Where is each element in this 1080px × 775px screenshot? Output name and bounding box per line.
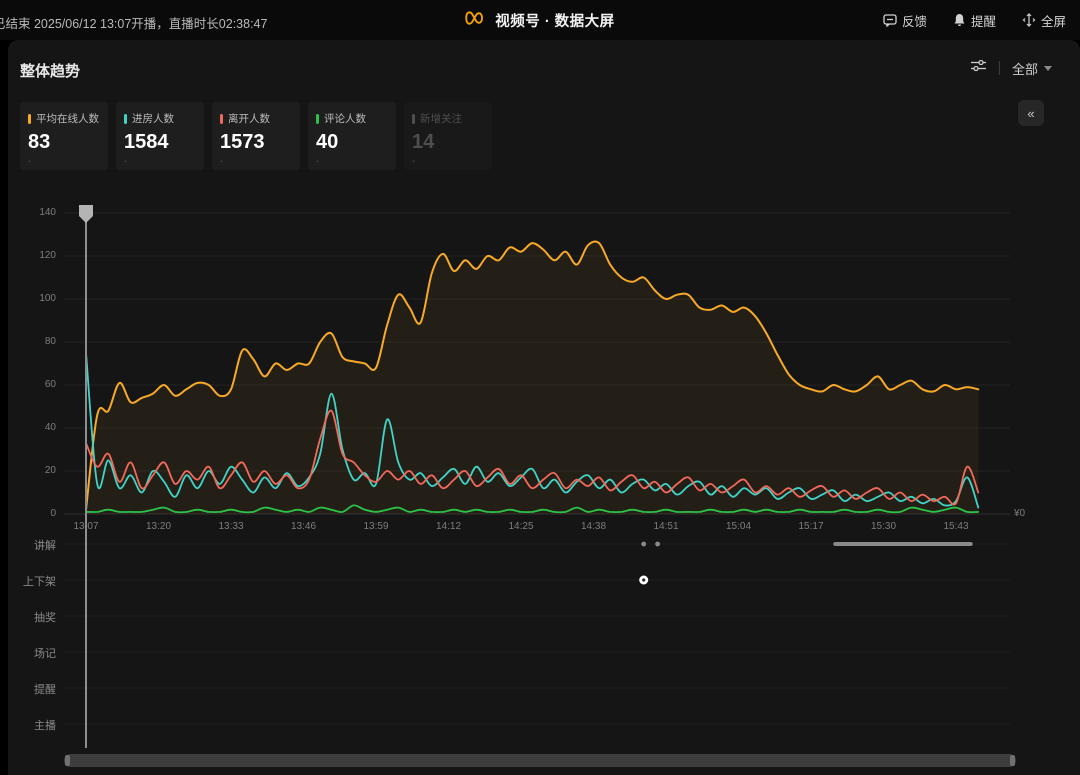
top-bar: 已结束 2025/06/12 13:07开播，直播时长02:38:47 视频号 …	[0, 0, 1080, 40]
x-axis-label: 14:38	[572, 521, 616, 532]
y-axis-label: 60	[8, 379, 56, 390]
event-dot[interactable]	[655, 542, 660, 547]
x-axis-label: 13:07	[64, 521, 108, 532]
right-axis-label: ¥0	[1014, 508, 1025, 519]
feedback-button[interactable]: 反馈	[883, 11, 927, 30]
y-axis-label: 20	[8, 465, 56, 476]
data-zoom-scrollbar[interactable]	[64, 754, 1016, 767]
y-axis-label: 80	[8, 336, 56, 347]
feedback-icon	[883, 13, 897, 27]
scrollbar-right-handle[interactable]	[1010, 755, 1015, 766]
bell-icon	[953, 13, 966, 27]
fullscreen-button[interactable]: 全屏	[1022, 11, 1066, 30]
event-dot[interactable]	[641, 542, 646, 547]
event-row-label: 抽奖	[8, 609, 56, 625]
x-axis-label: 15:17	[789, 521, 833, 532]
y-axis-label: 100	[8, 293, 56, 304]
fullscreen-label: 全屏	[1041, 11, 1066, 30]
x-axis-label: 14:25	[499, 521, 543, 532]
y-axis-label: 140	[8, 207, 56, 218]
app-title: 视频号 · 数据大屏	[495, 10, 614, 31]
y-axis-label: 0	[8, 508, 56, 519]
feedback-label: 反馈	[902, 11, 927, 30]
y-axis-label: 40	[8, 422, 56, 433]
event-bar[interactable]	[833, 542, 972, 546]
event-row-label: 提醒	[8, 681, 56, 697]
x-axis-label: 14:12	[427, 521, 471, 532]
x-axis-label: 15:04	[717, 521, 761, 532]
event-row-label: 场记	[8, 645, 56, 661]
topbar-actions: 反馈 提醒 全屏	[883, 0, 1066, 40]
fullscreen-icon	[1022, 13, 1036, 27]
scrollbar-left-handle[interactable]	[65, 755, 70, 766]
y-axis-label: 120	[8, 250, 56, 261]
trend-chart	[8, 40, 1080, 775]
x-axis-label: 15:43	[934, 521, 978, 532]
x-axis-label: 13:20	[137, 521, 181, 532]
event-row-label: 讲解	[8, 537, 56, 553]
event-row-label: 上下架	[8, 573, 56, 589]
series-area-avg_online	[86, 241, 978, 514]
dashboard-panel: 整体趋势 全部 平均在线人数 83 - 进房人数 1584 -	[8, 40, 1080, 775]
time-marker-handle[interactable]	[79, 205, 93, 223]
event-row-label: 主播	[8, 717, 56, 733]
x-axis-label: 14:51	[644, 521, 688, 532]
x-axis-label: 13:33	[209, 521, 253, 532]
channels-logo-icon	[465, 10, 487, 31]
reminder-button[interactable]: 提醒	[953, 11, 996, 30]
reminder-label: 提醒	[971, 11, 996, 30]
x-axis-label: 15:30	[862, 521, 906, 532]
x-axis-label: 13:59	[354, 521, 398, 532]
event-ring-center	[642, 578, 645, 581]
x-axis-label: 13:46	[282, 521, 326, 532]
